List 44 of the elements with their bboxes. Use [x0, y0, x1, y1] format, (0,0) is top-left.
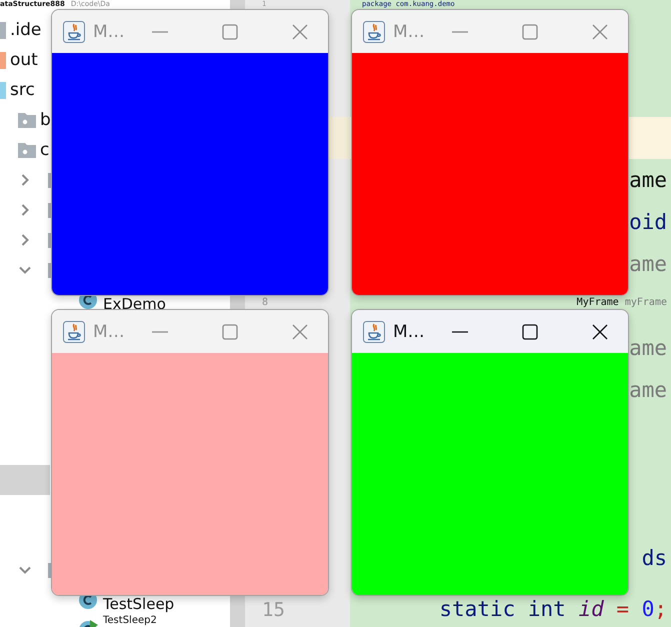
- window-title: M…: [93, 22, 125, 42]
- maximize-icon: [222, 24, 238, 40]
- tree-item[interactable]: c: [40, 140, 50, 160]
- maximize-icon: [222, 324, 238, 340]
- code-line: static int id = 0;: [439, 597, 668, 621]
- java-cup-icon: [63, 20, 85, 42]
- line-number: 15: [262, 599, 285, 621]
- tree-item[interactable]: TestSleep2: [103, 615, 157, 626]
- tree-item[interactable]: b: [40, 110, 51, 130]
- tree-item[interactable]: ExDemo: [103, 296, 166, 313]
- chevron-icon[interactable]: [19, 264, 31, 276]
- chevron-icon[interactable]: [19, 174, 31, 186]
- tree-item[interactable]: .ide: [10, 20, 42, 40]
- chevron-icon[interactable]: [19, 234, 31, 246]
- minimize-icon: [152, 30, 168, 32]
- line-number: 8: [262, 297, 268, 308]
- chevron-icon[interactable]: [19, 204, 31, 216]
- tree-item[interactable]: TestSleep: [103, 596, 174, 613]
- java-cup-icon: [63, 320, 85, 342]
- tree-item[interactable]: out: [10, 50, 38, 70]
- maximize-icon: [522, 324, 538, 340]
- code-line: MyFrame myFrame: [576, 297, 668, 308]
- window-title: M…: [393, 322, 425, 342]
- minimize-icon: [152, 330, 168, 332]
- window-title: M…: [393, 22, 425, 42]
- code-line: ame: [629, 336, 668, 360]
- close-icon: [592, 324, 608, 340]
- code-line: ame: [629, 252, 668, 276]
- code-line: ame: [629, 168, 668, 192]
- minimize-icon: [452, 330, 468, 332]
- maximize-icon: [522, 24, 538, 40]
- close-icon: [292, 24, 308, 40]
- code-line: ds: [642, 546, 668, 570]
- close-icon: [592, 24, 608, 40]
- java-cup-icon: [363, 320, 385, 342]
- chevron-icon[interactable]: [19, 564, 31, 576]
- code-line: ame: [629, 378, 668, 402]
- tree-item[interactable]: src: [10, 80, 35, 100]
- close-icon: [292, 324, 308, 340]
- java-cup-icon: [363, 20, 385, 42]
- minimize-icon: [452, 30, 468, 32]
- window-title: M…: [93, 322, 125, 342]
- code-line: oid: [629, 210, 668, 234]
- selected-row[interactable]: [0, 465, 50, 495]
